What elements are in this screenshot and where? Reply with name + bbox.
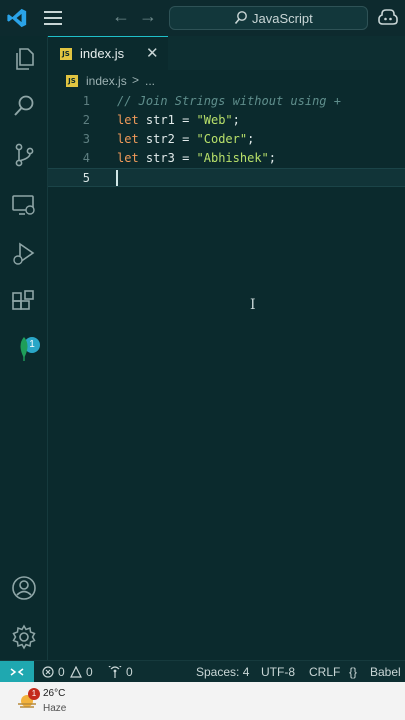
breadcrumb-file[interactable]: index.js xyxy=(86,74,127,88)
extensions-icon[interactable] xyxy=(11,289,37,315)
language-mode[interactable]: Babel ... xyxy=(370,665,405,679)
indentation-status[interactable]: Spaces: 4 xyxy=(196,665,249,679)
keyword: let xyxy=(117,113,139,127)
keyword: let xyxy=(117,132,139,146)
variable: str1 xyxy=(145,113,175,127)
semicolon: ; xyxy=(247,132,255,146)
code-line: 4 let str3 = "Abhishek"; xyxy=(48,149,405,168)
line-number: 5 xyxy=(82,171,90,185)
ports-count[interactable]: 0 xyxy=(126,665,133,679)
encoding-status[interactable]: UTF-8 xyxy=(261,665,295,679)
ports-icon[interactable] xyxy=(108,666,122,678)
weather-condition[interactable]: Haze xyxy=(43,703,66,714)
eol-status[interactable]: CRLF xyxy=(309,665,340,679)
operator: = xyxy=(182,132,190,146)
error-count[interactable]: 0 xyxy=(58,665,65,679)
javascript-file-icon: JS xyxy=(60,48,72,60)
breadcrumb: JS index.js > ... xyxy=(48,70,405,92)
operator: = xyxy=(182,113,190,127)
tab-label: index.js xyxy=(80,46,125,61)
copilot-icon[interactable] xyxy=(378,8,398,26)
code-comment: // Join Strings without using + xyxy=(117,94,341,108)
search-icon[interactable] xyxy=(11,93,37,119)
semicolon: ; xyxy=(232,113,240,127)
text-caret xyxy=(116,170,118,186)
code-line: 2 let str1 = "Web"; xyxy=(48,111,405,130)
chevron-right-icon: > xyxy=(132,73,140,87)
code-line-active[interactable]: 5 xyxy=(48,168,405,187)
line-number: 2 xyxy=(82,113,90,127)
line-number: 3 xyxy=(82,132,90,146)
command-center-search[interactable]: JavaScript xyxy=(169,6,368,30)
arrow-left-icon[interactable]: ← xyxy=(112,6,130,27)
notification-badge: 1 xyxy=(28,688,40,700)
javascript-file-icon: JS xyxy=(66,75,78,87)
remote-icon xyxy=(10,668,24,676)
string-literal: "Abhishek" xyxy=(196,151,269,165)
string-literal: "Web" xyxy=(196,113,233,127)
variable: str2 xyxy=(145,132,175,146)
weather-temperature[interactable]: 26°C xyxy=(43,688,65,699)
text-cursor-icon: I xyxy=(250,297,256,313)
code-editor[interactable]: 1 // Join Strings without using + 2 let … xyxy=(48,92,405,660)
editor-tab-bar: JS index.js ✕ xyxy=(48,36,405,70)
operator: = xyxy=(182,151,190,165)
line-number: 4 xyxy=(82,151,90,165)
files-icon[interactable] xyxy=(11,46,37,72)
keyword: let xyxy=(117,151,139,165)
os-taskbar: 1 26°C Haze xyxy=(0,682,405,720)
error-icon[interactable] xyxy=(42,666,54,678)
code-line: 1 // Join Strings without using + xyxy=(48,92,405,111)
command-center-text: JavaScript xyxy=(252,11,313,26)
activity-bar: 1 xyxy=(0,36,48,660)
status-bar: 0 0 0 Spaces: 4 UTF-8 CRLF {} Babel ... xyxy=(0,660,405,683)
run-debug-icon[interactable] xyxy=(11,241,37,267)
string-literal: "Coder" xyxy=(196,132,248,146)
tab-index-js[interactable]: JS index.js ✕ xyxy=(48,36,168,70)
braces-icon: {} xyxy=(349,665,358,679)
breadcrumb-more[interactable]: ... xyxy=(145,74,155,88)
title-bar: ← → JavaScript xyxy=(0,0,405,36)
mongodb-leaf-icon[interactable] xyxy=(11,336,37,362)
arrow-right-icon[interactable]: → xyxy=(139,6,157,27)
account-icon[interactable] xyxy=(11,575,37,601)
close-icon[interactable]: ✕ xyxy=(146,44,159,62)
settings-gear-icon[interactable] xyxy=(11,624,37,650)
warning-count[interactable]: 0 xyxy=(86,665,93,679)
vscode-logo-icon xyxy=(7,8,27,28)
semicolon: ; xyxy=(268,151,277,165)
menu-icon[interactable] xyxy=(44,11,62,25)
remote-indicator[interactable] xyxy=(0,661,34,683)
remote-explorer-icon[interactable] xyxy=(11,192,37,218)
line-number: 1 xyxy=(82,94,90,108)
warning-icon[interactable] xyxy=(70,666,82,678)
search-icon xyxy=(234,11,247,25)
code-line: 3 let str2 = "Coder"; xyxy=(48,130,405,149)
source-control-icon[interactable] xyxy=(11,142,37,168)
variable: str3 xyxy=(145,151,175,165)
